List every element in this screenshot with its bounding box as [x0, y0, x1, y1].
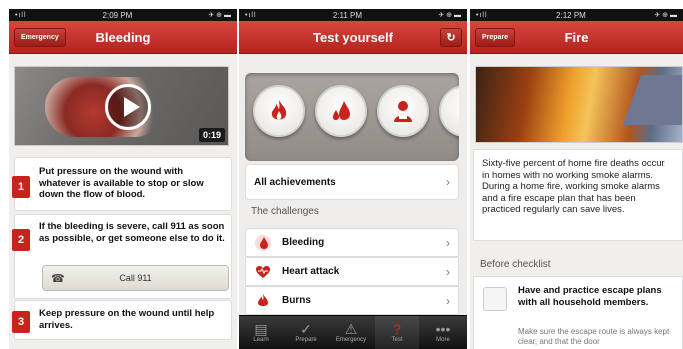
tab-prepare[interactable]: ✓ Prepare [284, 316, 328, 349]
book-icon: ▤ [254, 321, 268, 337]
chevron-right-icon: › [446, 293, 450, 308]
step-card: 1 Put pressure on the wound with whateve… [12, 157, 232, 211]
chevron-right-icon: › [446, 264, 450, 279]
step-card: 3 Keep pressure on the wound until help … [12, 300, 232, 340]
bleeding-screen: •ıll 2:09 PM ✈ ⊕ ▬ Emergency Bleeding 0:… [9, 9, 237, 349]
challenge-item-bleeding[interactable]: Bleeding › [245, 228, 459, 257]
back-button-emergency[interactable]: Emergency [14, 28, 66, 47]
status-time: 2:11 PM [332, 10, 363, 20]
step-number: 1 [12, 176, 30, 198]
all-achievements-row[interactable]: All achievements › [245, 164, 459, 200]
nav-bar: Test yourself ↻ [239, 21, 467, 54]
more-icon: ••• [435, 321, 451, 337]
person-badge-icon[interactable] [377, 85, 429, 137]
nav-bar: Emergency Bleeding [9, 21, 237, 54]
call-911-button[interactable]: ☎ Call 911 [42, 265, 229, 291]
tab-label: Learn [253, 337, 269, 343]
step-number: 3 [12, 311, 30, 333]
tab-bar: ▤ Learn ✓ Prepare ⚠ Emergency ? Test •••… [239, 315, 467, 349]
fire-screen: •ıll 2:12 PM ✈ ⊕ ▬ Prepare Fire Sixty-fi… [470, 9, 683, 349]
checklist-header: Before checklist [480, 259, 551, 270]
tab-label: Emergency [335, 337, 367, 343]
checkmark-icon: ✓ [300, 321, 312, 337]
page-title: Test yourself [313, 29, 393, 45]
chevron-right-icon: › [446, 235, 450, 250]
video-player[interactable]: 0:19 [14, 66, 229, 146]
challenge-label: Burns [282, 295, 311, 306]
play-icon[interactable] [105, 84, 151, 130]
tab-test[interactable]: ? Test [375, 316, 419, 349]
tab-label: Prepare [295, 337, 317, 343]
challenge-label: Heart attack [282, 266, 340, 277]
status-icons: ✈ ⊕ ▬ [438, 12, 461, 19]
test-yourself-screen: •ıll 2:11 PM ✈ ⊕ ▬ Test yourself ↻ All a… [239, 9, 467, 349]
signal-icon: •ıll [15, 11, 27, 19]
status-icons: ✈ ⊕ ▬ [208, 12, 231, 19]
signal-icon: •ıll [245, 11, 257, 19]
status-time: 2:09 PM [102, 10, 133, 20]
heart-icon [256, 266, 270, 278]
partial-badge-icon[interactable] [439, 85, 459, 137]
step-card: 2 If the bleeding is severe, call 911 as… [12, 214, 232, 299]
challenge-item-heart-attack[interactable]: Heart attack › [245, 257, 459, 286]
challenge-item-burns[interactable]: Burns › [245, 286, 459, 315]
blood-drop-icon [255, 235, 271, 251]
page-title: Fire [564, 29, 589, 45]
achievement-badges[interactable] [245, 73, 459, 161]
tab-learn[interactable]: ▤ Learn [239, 316, 283, 349]
blood-drop-badge-icon[interactable] [315, 85, 367, 137]
refresh-button[interactable]: ↻ [440, 28, 462, 47]
tab-more[interactable]: ••• More [421, 316, 465, 349]
fire-photo [475, 66, 683, 143]
checkbox[interactable] [483, 287, 507, 311]
challenges-header: The challenges [251, 206, 319, 217]
checklist-item[interactable]: Have and practice escape plans with all … [473, 276, 683, 349]
house-roof [622, 75, 682, 125]
video-duration: 0:19 [198, 128, 225, 142]
checklist-subtext: Make sure the escape route is always kep… [518, 327, 670, 346]
fire-description: Sixty-five percent of home fire deaths o… [473, 149, 683, 241]
all-achievements-label: All achievements [254, 176, 336, 188]
chevron-right-icon: › [446, 175, 450, 189]
status-bar: •ıll 2:11 PM ✈ ⊕ ▬ [239, 9, 467, 21]
step-text: Keep pressure on the wound until help ar… [39, 308, 215, 331]
back-button-prepare[interactable]: Prepare [475, 28, 516, 47]
signal-icon: •ıll [476, 11, 488, 19]
challenge-label: Bleeding [282, 237, 325, 248]
checklist-title: Have and practice escape plans with all … [518, 285, 662, 308]
page-title: Bleeding [95, 29, 151, 45]
call-button-label: Call 911 [119, 273, 152, 283]
nav-bar: Prepare Fire [470, 21, 683, 54]
phone-icon: ☎ [51, 273, 65, 285]
step-text: If the bleeding is severe, call 911 as s… [39, 221, 225, 244]
tab-label: Test [391, 337, 403, 343]
status-time: 2:12 PM [556, 10, 586, 20]
fire-badge-icon[interactable] [253, 85, 305, 137]
flame-icon [258, 294, 268, 306]
tab-emergency[interactable]: ⚠ Emergency [329, 316, 373, 349]
step-text: Put pressure on the wound with whatever … [39, 166, 204, 200]
help-icon: ? [393, 321, 401, 337]
status-icons: ✈ ⊕ ▬ [654, 12, 677, 19]
tab-label: More [436, 337, 450, 343]
status-bar: •ıll 2:09 PM ✈ ⊕ ▬ [9, 9, 237, 21]
status-bar: •ıll 2:12 PM ✈ ⊕ ▬ [470, 9, 683, 21]
warning-icon: ⚠ [344, 321, 358, 337]
step-number: 2 [12, 229, 30, 251]
